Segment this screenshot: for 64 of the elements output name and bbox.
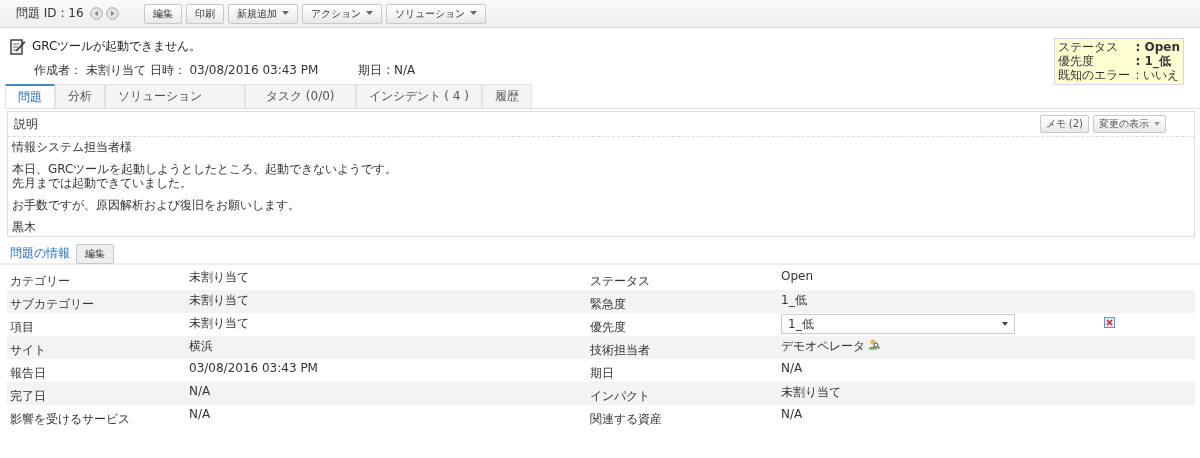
description-paragraph: 情報システム担当者様 [12, 140, 133, 154]
toolbar-button[interactable]: 印刷 [185, 3, 224, 24]
field-value: N/A [781, 361, 803, 375]
field-label: 緊急度 [589, 296, 627, 313]
edit-button[interactable]: 編集 [76, 243, 114, 264]
field-label: カテゴリー [9, 273, 71, 290]
summary-label: 優先度 [1057, 55, 1095, 68]
caret-icon [1002, 322, 1008, 326]
field-label: 技術担当者 [589, 342, 651, 359]
field-label: ステータス [589, 273, 651, 290]
field-value: 未割り当て [188, 315, 250, 332]
field-label: 影響を受けるサービス [9, 411, 131, 428]
memo-button[interactable]: メモ (2) [1039, 115, 1089, 133]
tab[interactable]: 履歴 [481, 84, 532, 108]
field-value: 未割り当て [188, 269, 250, 286]
summary-value: : いいえ [1135, 69, 1180, 82]
summary-label: ステータス [1057, 41, 1119, 54]
field-label: 報告日 [9, 365, 47, 382]
tab[interactable]: インシデント ( 4 ) [355, 84, 482, 108]
field-label: 項目 [9, 319, 35, 336]
created-info: 作成者： 未割り当て 日時： 03/08/2016 03:43 PM [34, 62, 319, 79]
field-label: 期日 [589, 365, 615, 382]
field-value: 未割り当て [781, 384, 841, 401]
field-value: N/A [188, 406, 212, 423]
field-label: 完了日 [9, 388, 47, 405]
description-paragraph: お手数ですが、原因解析および復旧をお願いします。 [12, 198, 301, 212]
field-label: 関連する資産 [589, 411, 663, 428]
close-icon[interactable] [1104, 317, 1115, 328]
summary-value: : 1_低 [1135, 55, 1172, 68]
field-label: インパクト [589, 388, 651, 405]
dropdown-button[interactable]: 新規追加 [227, 3, 298, 24]
tab[interactable]: 問題 [5, 84, 55, 108]
summary-label: 既知のエラー [1057, 69, 1130, 82]
field-value: 未割り当て [188, 292, 250, 309]
user-search-icon[interactable] [868, 338, 880, 350]
description-title: 説明 [14, 115, 38, 133]
field-value: 03/08/2016 03:43 PM [188, 360, 319, 377]
previous-icon[interactable] [89, 7, 103, 20]
problem-title: GRCツールが起動できません。 [32, 38, 202, 55]
priority-select[interactable]: 1_低 [781, 314, 1015, 334]
field-label: 優先度 [589, 319, 627, 336]
field-value: N/A [781, 407, 803, 421]
field-value: 横浜 [188, 338, 214, 355]
note-edit-icon [10, 38, 26, 55]
field-value: 1_低 [781, 292, 807, 309]
tab[interactable]: タスク (0/0) [245, 84, 356, 108]
section-title[interactable]: 問題の情報 [10, 245, 70, 262]
description-paragraph: 黒木 [12, 220, 37, 234]
field-value: N/A [188, 383, 212, 400]
toolbar-button[interactable]: 編集 [143, 3, 182, 24]
due-date: 期日 : N/A [358, 62, 416, 79]
dropdown-button[interactable]: アクション [301, 3, 382, 24]
field-label: サブカテゴリー [9, 296, 95, 313]
tab[interactable]: ソリューション [105, 84, 245, 108]
description-paragraph: 本日、GRCツールを起動しようとしたところ、起動できないようです。 先月までは起動できていました。 [12, 162, 399, 190]
problem-id: 問題 ID : 16 [16, 5, 84, 22]
field-value: Open [781, 269, 814, 283]
next-icon[interactable] [105, 7, 119, 20]
dropdown-button[interactable]: ソリューション [385, 3, 486, 24]
dropdown-button[interactable]: 変更の表示 [1093, 115, 1166, 133]
tab[interactable]: 分析 [55, 84, 105, 108]
summary-value: : Open [1135, 41, 1180, 54]
field-value: デモオペレータ [781, 338, 865, 355]
field-label: サイト [9, 342, 47, 359]
